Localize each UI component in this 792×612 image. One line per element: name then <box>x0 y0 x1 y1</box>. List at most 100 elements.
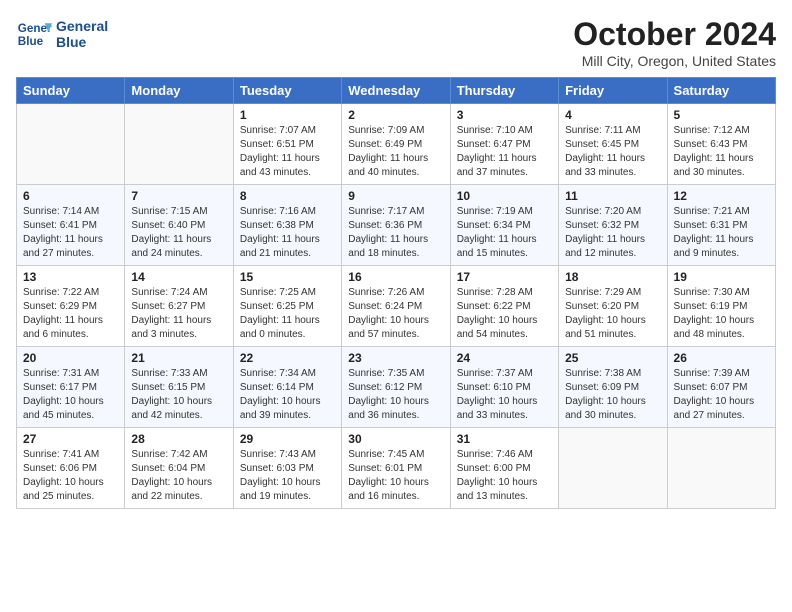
calendar-cell: 29Sunrise: 7:43 AM Sunset: 6:03 PM Dayli… <box>233 428 341 509</box>
logo: General Blue General Blue <box>16 16 108 52</box>
calendar-week-2: 6Sunrise: 7:14 AM Sunset: 6:41 PM Daylig… <box>17 185 776 266</box>
calendar-week-1: 1 Sunrise: 7:07 AM Sunset: 6:51 PM Daylig… <box>17 104 776 185</box>
calendar-cell: 18 Sunrise: 7:29 AM Sunset: 6:20 PM Dayli… <box>559 266 667 347</box>
day-number: 8 <box>240 189 335 203</box>
calendar-week-3: 13Sunrise: 7:22 AM Sunset: 6:29 PM Dayli… <box>17 266 776 347</box>
calendar-cell: 12 Sunrise: 7:21 AM Sunset: 6:31 PM Dayli… <box>667 185 775 266</box>
calendar-cell: 25 Sunrise: 7:38 AM Sunset: 6:09 PM Dayli… <box>559 347 667 428</box>
calendar-cell: 2Sunrise: 7:09 AM Sunset: 6:49 PM Daylig… <box>342 104 450 185</box>
day-header-thursday: Thursday <box>450 78 558 104</box>
calendar-cell: 16Sunrise: 7:26 AM Sunset: 6:24 PM Dayli… <box>342 266 450 347</box>
day-header-monday: Monday <box>125 78 233 104</box>
day-number: 26 <box>674 351 769 365</box>
calendar-week-5: 27Sunrise: 7:41 AM Sunset: 6:06 PM Dayli… <box>17 428 776 509</box>
day-number: 30 <box>348 432 443 446</box>
day-info: Sunrise: 7:21 AM Sunset: 6:31 PM Dayligh… <box>674 205 769 261</box>
day-number: 31 <box>457 432 552 446</box>
day-info: Sunrise: 7:33 AM Sunset: 6:15 PM Dayligh… <box>131 367 226 423</box>
day-info: Sunrise: 7:10 AM Sunset: 6:47 PM Dayligh… <box>457 124 552 180</box>
calendar-cell: 24 Sunrise: 7:37 AM Sunset: 6:10 PM Dayli… <box>450 347 558 428</box>
day-info: Sunrise: 7:34 AM Sunset: 6:14 PM Dayligh… <box>240 367 335 423</box>
logo-line2: Blue <box>56 34 108 50</box>
calendar-cell: 1 Sunrise: 7:07 AM Sunset: 6:51 PM Daylig… <box>233 104 341 185</box>
day-number: 21 <box>131 351 226 365</box>
day-info: Sunrise: 7:25 AM Sunset: 6:25 PM Dayligh… <box>240 286 335 342</box>
calendar-cell: 14Sunrise: 7:24 AM Sunset: 6:27 PM Dayli… <box>125 266 233 347</box>
day-number: 15 <box>240 270 335 284</box>
day-info: Sunrise: 7:46 AM Sunset: 6:00 PM Dayligh… <box>457 448 552 504</box>
day-number: 3 <box>457 108 552 122</box>
calendar-cell: 7 Sunrise: 7:15 AM Sunset: 6:40 PM Daylig… <box>125 185 233 266</box>
calendar-table: SundayMondayTuesdayWednesdayThursdayFrid… <box>16 77 776 509</box>
day-number: 11 <box>565 189 660 203</box>
day-info: Sunrise: 7:39 AM Sunset: 6:07 PM Dayligh… <box>674 367 769 423</box>
day-number: 27 <box>23 432 118 446</box>
calendar-cell: 13Sunrise: 7:22 AM Sunset: 6:29 PM Dayli… <box>17 266 125 347</box>
day-number: 25 <box>565 351 660 365</box>
calendar-cell <box>667 428 775 509</box>
day-number: 28 <box>131 432 226 446</box>
calendar-header-row: SundayMondayTuesdayWednesdayThursdayFrid… <box>17 78 776 104</box>
day-header-tuesday: Tuesday <box>233 78 341 104</box>
day-number: 7 <box>131 189 226 203</box>
day-header-sunday: Sunday <box>17 78 125 104</box>
calendar-cell: 8 Sunrise: 7:16 AM Sunset: 6:38 PM Daylig… <box>233 185 341 266</box>
calendar-cell: 5 Sunrise: 7:12 AM Sunset: 6:43 PM Daylig… <box>667 104 775 185</box>
day-header-saturday: Saturday <box>667 78 775 104</box>
day-info: Sunrise: 7:38 AM Sunset: 6:09 PM Dayligh… <box>565 367 660 423</box>
day-info: Sunrise: 7:12 AM Sunset: 6:43 PM Dayligh… <box>674 124 769 180</box>
calendar-cell: 15 Sunrise: 7:25 AM Sunset: 6:25 PM Dayli… <box>233 266 341 347</box>
title-section: October 2024 Mill City, Oregon, United S… <box>573 16 776 69</box>
day-info: Sunrise: 7:43 AM Sunset: 6:03 PM Dayligh… <box>240 448 335 504</box>
day-number: 23 <box>348 351 443 365</box>
calendar-cell: 6Sunrise: 7:14 AM Sunset: 6:41 PM Daylig… <box>17 185 125 266</box>
day-info: Sunrise: 7:35 AM Sunset: 6:12 PM Dayligh… <box>348 367 443 423</box>
calendar-cell: 31 Sunrise: 7:46 AM Sunset: 6:00 PM Dayli… <box>450 428 558 509</box>
day-info: Sunrise: 7:15 AM Sunset: 6:40 PM Dayligh… <box>131 205 226 261</box>
day-number: 5 <box>674 108 769 122</box>
day-number: 19 <box>674 270 769 284</box>
day-header-wednesday: Wednesday <box>342 78 450 104</box>
calendar-cell <box>17 104 125 185</box>
day-info: Sunrise: 7:28 AM Sunset: 6:22 PM Dayligh… <box>457 286 552 342</box>
day-info: Sunrise: 7:11 AM Sunset: 6:45 PM Dayligh… <box>565 124 660 180</box>
calendar-cell <box>125 104 233 185</box>
calendar-cell: 9 Sunrise: 7:17 AM Sunset: 6:36 PM Daylig… <box>342 185 450 266</box>
day-number: 18 <box>565 270 660 284</box>
day-number: 10 <box>457 189 552 203</box>
calendar-cell: 17Sunrise: 7:28 AM Sunset: 6:22 PM Dayli… <box>450 266 558 347</box>
calendar-cell: 27Sunrise: 7:41 AM Sunset: 6:06 PM Dayli… <box>17 428 125 509</box>
day-number: 9 <box>348 189 443 203</box>
logo-icon: General Blue <box>16 16 52 52</box>
day-info: Sunrise: 7:14 AM Sunset: 6:41 PM Dayligh… <box>23 205 118 261</box>
day-info: Sunrise: 7:09 AM Sunset: 6:49 PM Dayligh… <box>348 124 443 180</box>
calendar-week-4: 20Sunrise: 7:31 AM Sunset: 6:17 PM Dayli… <box>17 347 776 428</box>
calendar-cell: 21 Sunrise: 7:33 AM Sunset: 6:15 PM Dayli… <box>125 347 233 428</box>
logo-line1: General <box>56 18 108 34</box>
day-number: 1 <box>240 108 335 122</box>
calendar-cell: 30 Sunrise: 7:45 AM Sunset: 6:01 PM Dayli… <box>342 428 450 509</box>
day-info: Sunrise: 7:30 AM Sunset: 6:19 PM Dayligh… <box>674 286 769 342</box>
day-info: Sunrise: 7:29 AM Sunset: 6:20 PM Dayligh… <box>565 286 660 342</box>
day-info: Sunrise: 7:16 AM Sunset: 6:38 PM Dayligh… <box>240 205 335 261</box>
day-info: Sunrise: 7:45 AM Sunset: 6:01 PM Dayligh… <box>348 448 443 504</box>
calendar-cell: 22 Sunrise: 7:34 AM Sunset: 6:14 PM Dayli… <box>233 347 341 428</box>
day-number: 14 <box>131 270 226 284</box>
calendar-cell: 20Sunrise: 7:31 AM Sunset: 6:17 PM Dayli… <box>17 347 125 428</box>
day-number: 24 <box>457 351 552 365</box>
day-header-friday: Friday <box>559 78 667 104</box>
day-number: 13 <box>23 270 118 284</box>
day-info: Sunrise: 7:07 AM Sunset: 6:51 PM Dayligh… <box>240 124 335 180</box>
day-info: Sunrise: 7:42 AM Sunset: 6:04 PM Dayligh… <box>131 448 226 504</box>
calendar-cell: 4Sunrise: 7:11 AM Sunset: 6:45 PM Daylig… <box>559 104 667 185</box>
day-number: 22 <box>240 351 335 365</box>
day-info: Sunrise: 7:31 AM Sunset: 6:17 PM Dayligh… <box>23 367 118 423</box>
location: Mill City, Oregon, United States <box>573 53 776 69</box>
svg-text:Blue: Blue <box>18 35 44 48</box>
day-number: 12 <box>674 189 769 203</box>
day-info: Sunrise: 7:17 AM Sunset: 6:36 PM Dayligh… <box>348 205 443 261</box>
calendar-cell: 23 Sunrise: 7:35 AM Sunset: 6:12 PM Dayli… <box>342 347 450 428</box>
calendar-cell: 19 Sunrise: 7:30 AM Sunset: 6:19 PM Dayli… <box>667 266 775 347</box>
calendar-body: 1 Sunrise: 7:07 AM Sunset: 6:51 PM Daylig… <box>17 104 776 509</box>
day-info: Sunrise: 7:37 AM Sunset: 6:10 PM Dayligh… <box>457 367 552 423</box>
